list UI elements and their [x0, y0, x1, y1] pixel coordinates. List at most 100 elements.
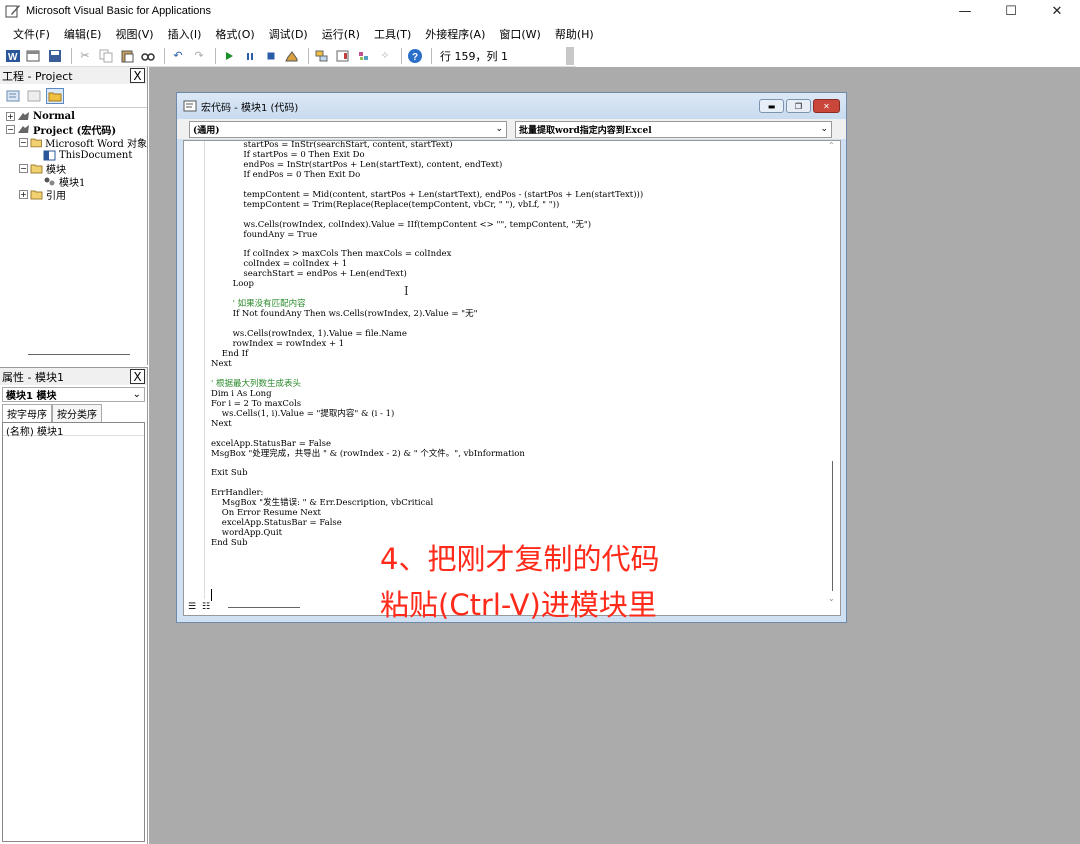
toolbar-grip[interactable] [566, 47, 574, 65]
tree-node-label: Normal [33, 111, 75, 122]
menu-run[interactable]: 运行(R) [315, 26, 367, 42]
design-mode-icon[interactable] [283, 47, 301, 65]
tab-alphabetic[interactable]: 按字母序 [2, 404, 52, 422]
run-icon[interactable] [220, 47, 238, 65]
insert-module-icon[interactable] [25, 47, 43, 65]
object-selector[interactable]: 模块1 模块 ⌄ [2, 387, 145, 402]
procedure-combo[interactable]: 批量提取word指定内容到Excel ⌄ [515, 120, 832, 138]
toggle-folders-icon[interactable] [46, 87, 64, 104]
pause-icon[interactable] [241, 47, 259, 65]
menu-addins[interactable]: 外接程序(A) [418, 26, 492, 42]
object-combo[interactable]: (通用) ⌄ [189, 120, 507, 138]
tree-node-module1[interactable]: 模块1 [0, 175, 147, 189]
expand-icon[interactable]: + [6, 112, 15, 121]
menu-tools[interactable]: 工具(T) [367, 26, 418, 42]
menu-view[interactable]: 视图(V) [108, 26, 160, 42]
tree-node-references[interactable]: + 引用 [0, 188, 147, 202]
object-combo-value: (通用) [193, 125, 220, 136]
stop-icon[interactable] [262, 47, 280, 65]
code-line[interactable] [211, 460, 826, 470]
pane-scrollbar[interactable] [28, 354, 130, 355]
project-explorer-icon[interactable] [313, 47, 331, 65]
copy-icon[interactable] [97, 47, 115, 65]
code-line[interactable]: rowIndex = rowIndex + 1 [211, 339, 826, 350]
collapse-icon[interactable]: − [19, 164, 28, 173]
undo-icon[interactable]: ↶ [169, 47, 187, 65]
save-icon[interactable] [46, 47, 64, 65]
close-button[interactable]: ✕ [1034, 0, 1080, 22]
margin-indicator-bar [204, 141, 205, 599]
standard-toolbar: W ✂ ↶ ↷ ✧ ? 行 159，列 1 [0, 45, 576, 67]
expand-icon[interactable]: + [19, 190, 28, 199]
toolbox-icon[interactable]: ✧ [376, 47, 394, 65]
svg-text:W: W [8, 52, 18, 63]
menu-file[interactable]: 文件(F) [6, 26, 57, 42]
code-line[interactable]: MsgBox "处理完成，共导出 " & (rowIndex - 2) & " … [211, 449, 826, 460]
tree-node-thisdocument[interactable]: ThisDocument [0, 149, 147, 162]
cut-icon[interactable]: ✂ [76, 47, 94, 65]
code-window-title: 宏代码 - 模块1 (代码) [201, 102, 299, 114]
property-row-name[interactable]: (名称) 模块1 [3, 423, 144, 438]
code-window-minimize-button[interactable]: ▬ [759, 99, 784, 113]
code-line[interactable]: Next [211, 419, 826, 430]
menu-help[interactable]: 帮助(H) [548, 26, 601, 42]
project-explorer-close-button[interactable]: X [130, 68, 145, 83]
procedure-view-icon[interactable]: ☰ [186, 601, 198, 613]
code-line[interactable]: If endPos = 0 Then Exit Do [211, 170, 826, 181]
code-text[interactable]: startPos = InStr(searchStart, content, s… [211, 141, 826, 599]
code-window-restore-button[interactable]: ❐ [786, 99, 811, 113]
scrollbar-thumb[interactable] [832, 461, 833, 591]
menu-insert[interactable]: 插入(I) [161, 26, 209, 42]
properties-window: 属性 - 模块1 X 模块1 模块 ⌄ 按字母序 按分类序 (名称) 模块1 [0, 367, 148, 844]
find-icon[interactable] [139, 47, 157, 65]
code-line[interactable] [211, 479, 826, 489]
tree-node-label: Microsoft Word 对象 [45, 139, 147, 150]
code-line[interactable]: Next [211, 359, 826, 370]
code-line[interactable]: ws.Cells(1, i).Value = "提取内容" & (i - 1) [211, 409, 826, 420]
code-line[interactable]: foundAny = True [211, 230, 826, 241]
paste-icon[interactable] [118, 47, 136, 65]
object-browser-icon[interactable] [355, 47, 373, 65]
menu-debug[interactable]: 调试(D) [262, 26, 315, 42]
menu-format[interactable]: 格式(O) [208, 26, 261, 42]
code-line[interactable]: End If [211, 349, 826, 360]
toolbar-separator [164, 47, 165, 64]
menu-edit[interactable]: 编辑(E) [57, 26, 109, 42]
view-object-icon[interactable] [25, 88, 43, 104]
tab-categorized[interactable]: 按分类序 [52, 404, 102, 422]
tree-node-word-objects[interactable]: − Microsoft Word 对象 [0, 136, 147, 150]
maximize-button[interactable]: ☐ [988, 0, 1034, 22]
code-line[interactable]: Dim i As Long [211, 389, 826, 400]
vertical-scrollbar[interactable]: ⌃ ⌄ [826, 141, 840, 617]
redo-icon[interactable]: ↷ [190, 47, 208, 65]
help-icon[interactable]: ? [406, 47, 424, 65]
scroll-down-icon[interactable]: ⌄ [828, 594, 835, 603]
code-line[interactable]: ' 根据最大列数生成表头 [211, 379, 826, 390]
code-line[interactable]: If Not foundAny Then ws.Cells(rowIndex, … [211, 309, 826, 320]
menu-window[interactable]: 窗口(W) [492, 26, 547, 42]
collapse-icon[interactable]: − [6, 125, 15, 134]
code-line[interactable] [211, 370, 826, 380]
full-module-view-icon[interactable]: ☷ [200, 601, 212, 613]
minimize-button[interactable]: — [942, 0, 988, 22]
scrollbar-thumb[interactable] [228, 606, 300, 608]
code-window-close-button[interactable]: ✕ [813, 99, 840, 113]
properties-window-close-button[interactable]: X [130, 369, 145, 384]
properties-window-icon[interactable] [334, 47, 352, 65]
word-document-icon [43, 150, 56, 161]
word-view-icon[interactable]: W [4, 47, 22, 65]
code-window-icon [183, 100, 197, 112]
view-code-icon[interactable] [4, 88, 22, 104]
toolbar-separator [401, 47, 402, 64]
properties-window-title: 属性 - 模块1 [2, 370, 64, 384]
object-selector-value: 模块1 模块 [6, 391, 57, 402]
code-line[interactable]: excelApp.StatusBar = False [211, 518, 826, 529]
code-line[interactable]: searchStart = endPos + Len(endText) [211, 269, 826, 280]
procedure-combo-value: 批量提取word指定内容到Excel [519, 125, 652, 136]
code-line[interactable]: Loop [211, 279, 826, 290]
code-line[interactable]: Exit Sub [211, 469, 826, 479]
scroll-up-icon[interactable]: ⌃ [828, 141, 835, 150]
code-line[interactable]: tempContent = Trim(Replace(Replace(tempC… [211, 200, 826, 211]
menu-bar: 文件(F) 编辑(E) 视图(V) 插入(I) 格式(O) 调试(D) 运行(R… [0, 23, 1080, 45]
collapse-icon[interactable]: − [19, 138, 28, 147]
